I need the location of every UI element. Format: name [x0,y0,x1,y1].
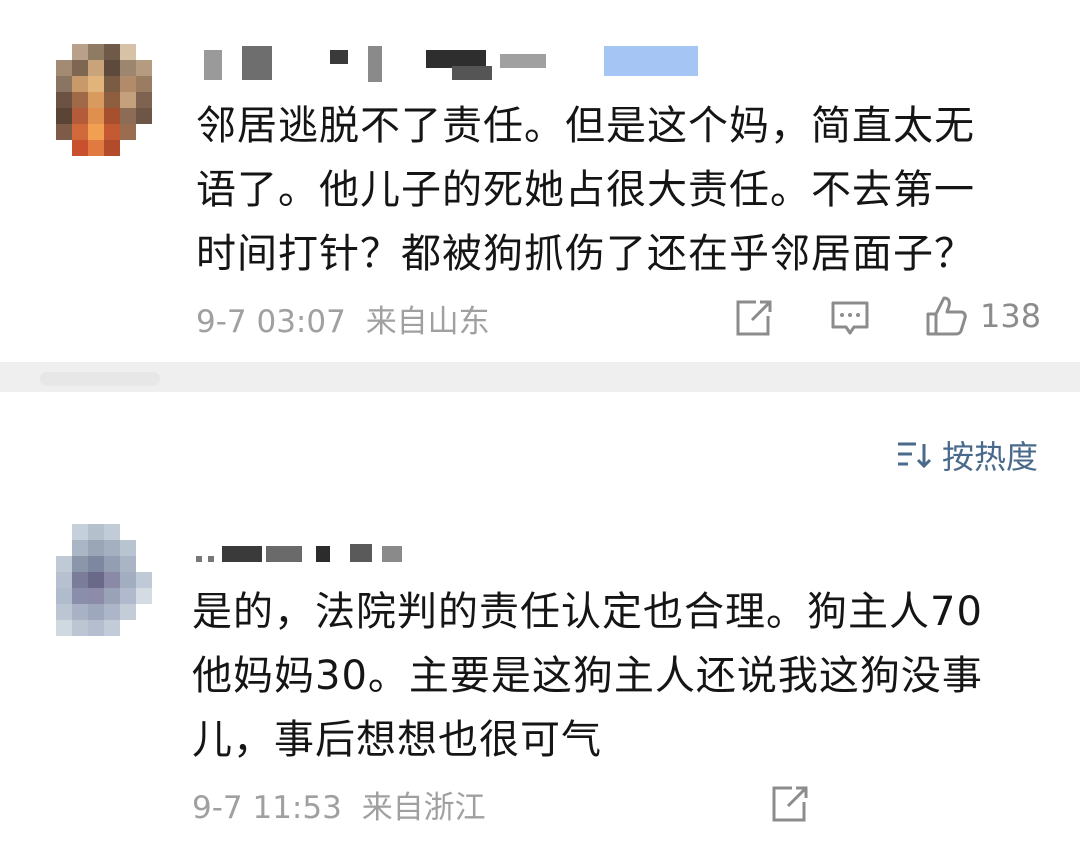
comment-text: 是的，法院判的责任认定也合理。狗主人70 他妈妈30。主要是这狗主人还说我这狗没… [192,580,1032,772]
timestamp: 9-7 03:07 [196,304,346,340]
like-button[interactable]: 138 [924,294,1041,338]
comment-meta: 9-7 03:07 来自山东 [196,296,490,341]
share-button[interactable] [770,784,810,824]
comment-text-line: 时间打针？都被狗抓伤了还在乎邻居面子？ [196,231,975,277]
username-blurred[interactable] [190,538,410,574]
location: 来自浙江 [361,790,486,826]
sort-label: 按热度 [941,438,1038,476]
like-count: 138 [980,297,1042,335]
sort-icon [897,442,932,469]
username-blurred[interactable] [200,44,700,82]
comment-meta: 9-7 11:53 来自浙江 [192,782,486,827]
avatar[interactable] [56,524,152,636]
comment-text-line: 儿，事后想想也很可气 [192,717,602,763]
location: 来自山东 [365,304,490,340]
share-icon [772,786,808,822]
section-divider [0,362,1080,392]
timestamp: 9-7 11:53 [192,790,342,826]
comment-icon [831,301,869,335]
comment-text-line: 语了。他儿子的死她占很大责任。不去第一 [196,167,975,213]
comment-text-line: 是的，法院判的责任认定也合理。狗主人70 [192,589,983,635]
avatar[interactable] [56,44,152,156]
comment-button[interactable] [830,298,870,338]
share-button[interactable] [734,298,774,338]
comment-text-line: 他妈妈30。主要是这狗主人还说我这狗没事 [192,653,983,699]
comment-item: 邻居逃脱不了责任。但是这个妈，简直太无 语了。他儿子的死她占很大责任。不去第一 … [0,0,1080,362]
comment-text: 邻居逃脱不了责任。但是这个妈，简直太无 语了。他儿子的死她占很大责任。不去第一 … [196,94,1036,286]
like-icon [926,296,967,336]
divider-ghost [40,372,160,386]
comment-text-line: 邻居逃脱不了责任。但是这个妈，简直太无 [196,103,975,149]
share-icon [736,300,772,336]
sort-by-hot-button[interactable]: 按热度 [896,432,1038,478]
comment-item: 是的，法院判的责任认定也合理。狗主人70 他妈妈30。主要是这狗主人还说我这狗没… [0,500,1080,845]
